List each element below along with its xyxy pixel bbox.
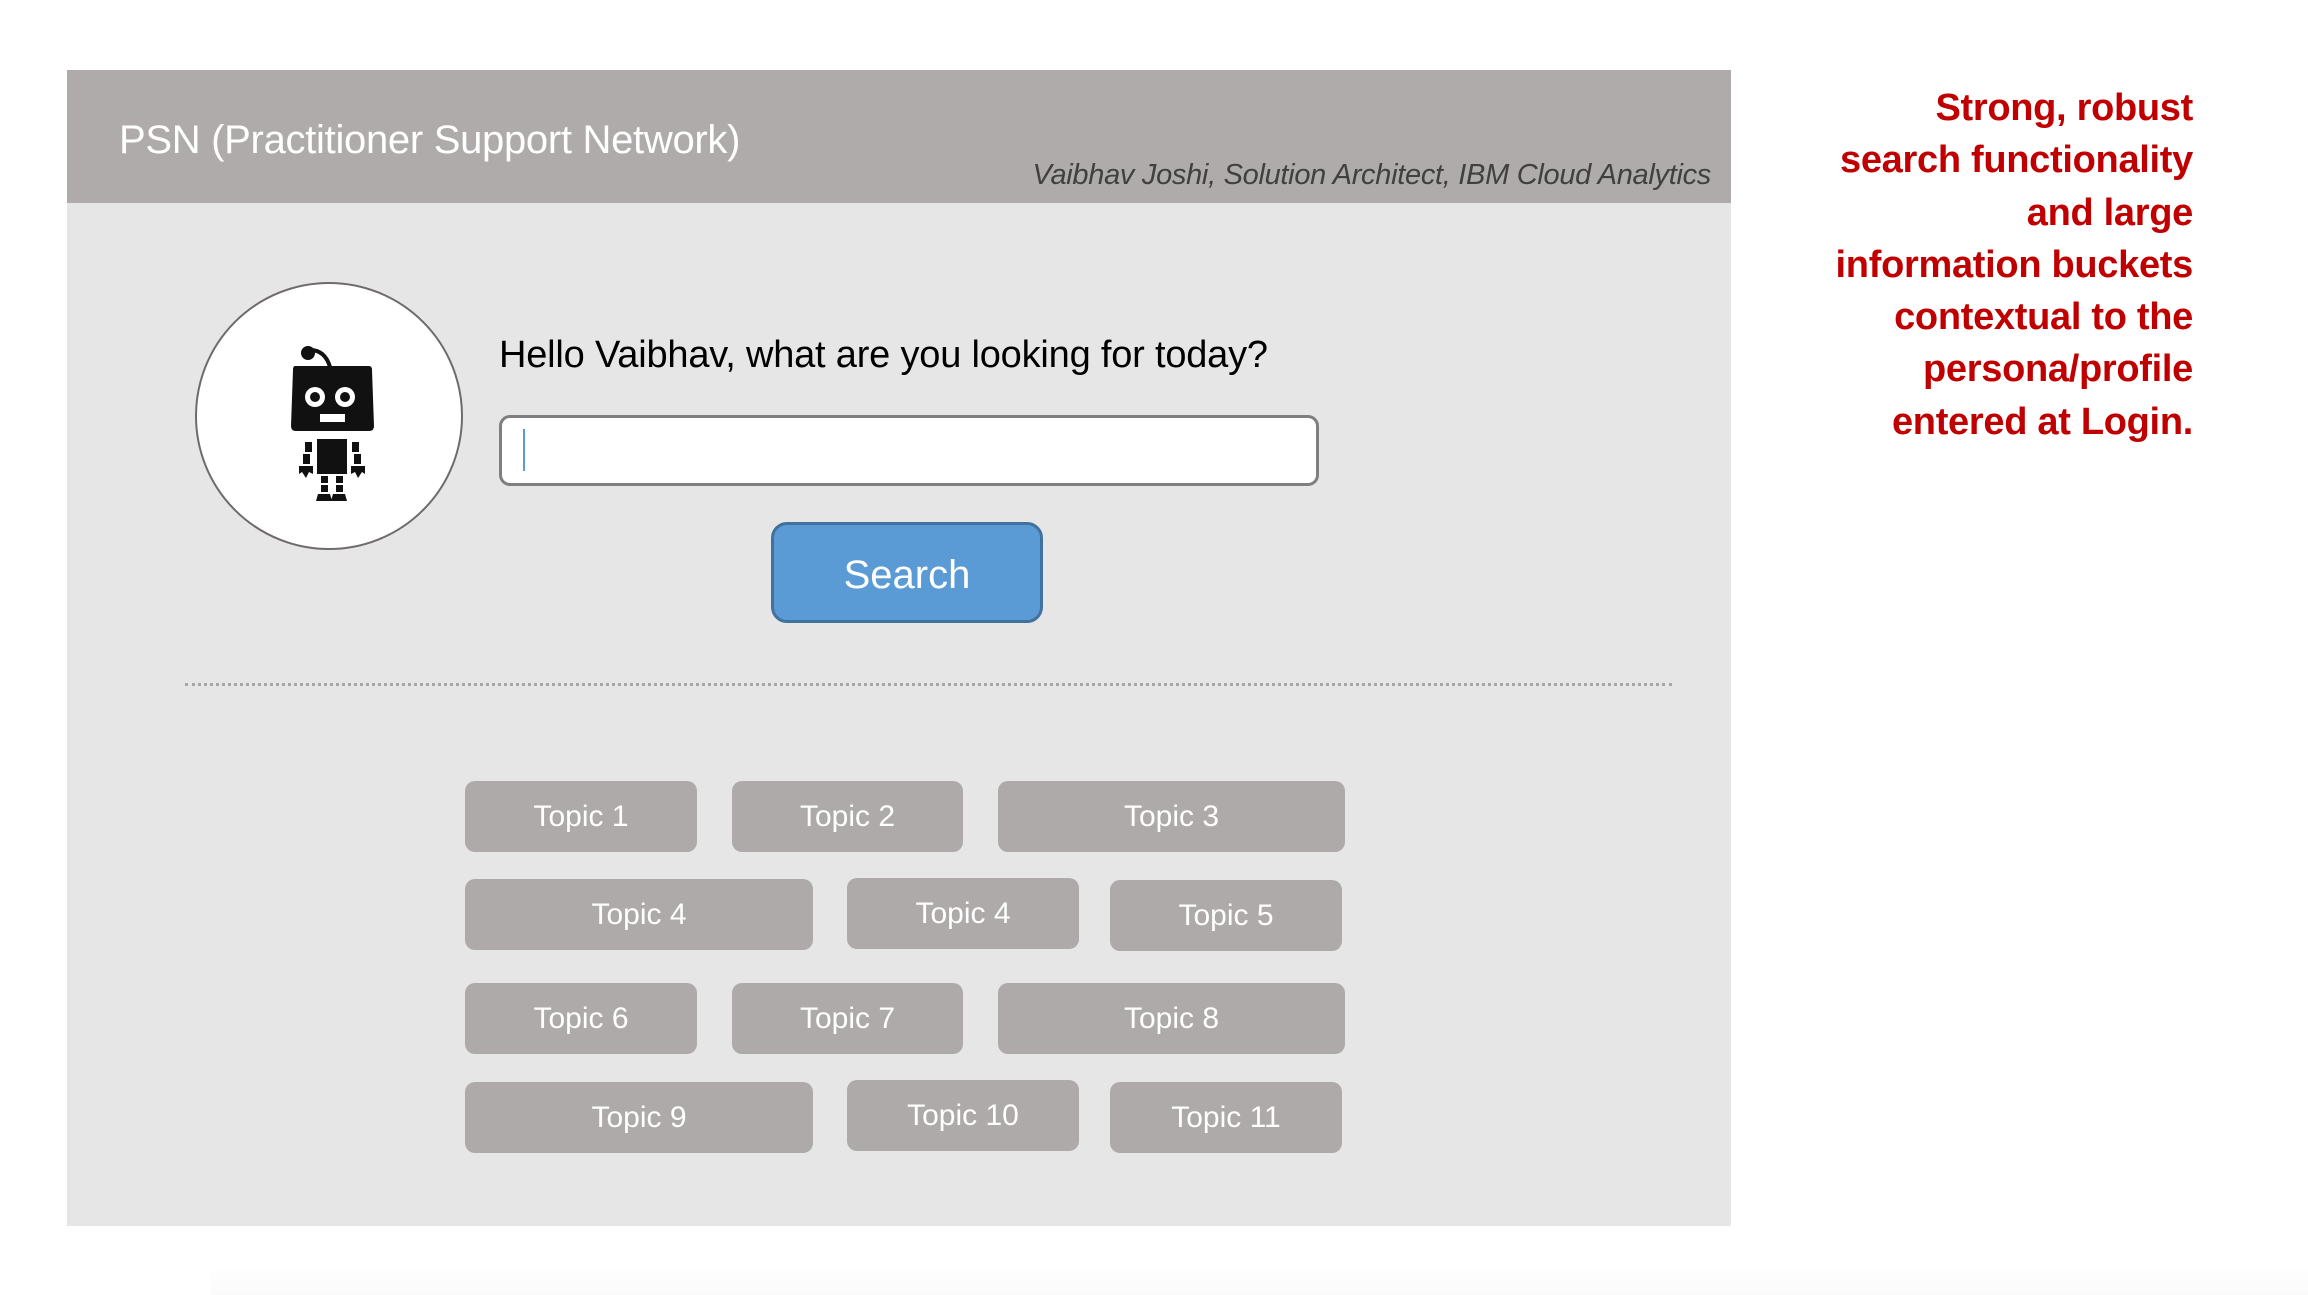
topic-button[interactable]: Topic 3 [998,781,1345,852]
search-prompt: Hello Vaibhav, what are you looking for … [499,334,1268,376]
topic-button[interactable]: Topic 4 [847,878,1079,949]
annotation-line: information buckets [1835,243,2194,286]
annotation-line: entered at Login. [1891,400,2193,443]
design-annotation: Strong, robust search functionality and … [1673,82,2194,448]
robot-icon [291,346,374,501]
annotation-line: and large [2026,191,2194,234]
text-caret [523,429,525,471]
topic-button[interactable]: Topic 7 [732,983,963,1054]
topic-button[interactable]: Topic 5 [1110,880,1342,951]
app-header: PSN (Practitioner Support Network) Vaibh… [67,70,1731,203]
assistant-avatar [195,282,463,550]
search-button[interactable]: Search [771,522,1043,623]
topic-button[interactable]: Topic 9 [465,1082,813,1153]
user-role-subtitle: Vaibhav Joshi, Solution Architect, IBM C… [1032,159,1711,191]
topic-button[interactable]: Topic 1 [465,781,697,852]
page-footer-fade [210,1268,2308,1295]
topic-button[interactable]: Topic 11 [1110,1082,1342,1153]
search-input[interactable] [499,415,1319,486]
topic-button[interactable]: Topic 8 [998,983,1345,1054]
topic-button[interactable]: Topic 4 [465,879,813,950]
topic-button[interactable]: Topic 6 [465,983,697,1054]
annotation-line: persona/profile [1923,348,2193,391]
psn-home-panel: PSN (Practitioner Support Network) Vaibh… [67,70,1731,1226]
topic-button[interactable]: Topic 2 [732,781,963,852]
topic-button[interactable]: Topic 10 [847,1080,1079,1151]
app-title: PSN (Practitioner Support Network) [119,118,741,162]
annotation-line: contextual to the [1894,296,2193,339]
section-divider [185,683,1672,686]
annotation-line: Strong, robust [1935,87,2193,129]
annotation-line: search functionality [1840,139,2193,182]
